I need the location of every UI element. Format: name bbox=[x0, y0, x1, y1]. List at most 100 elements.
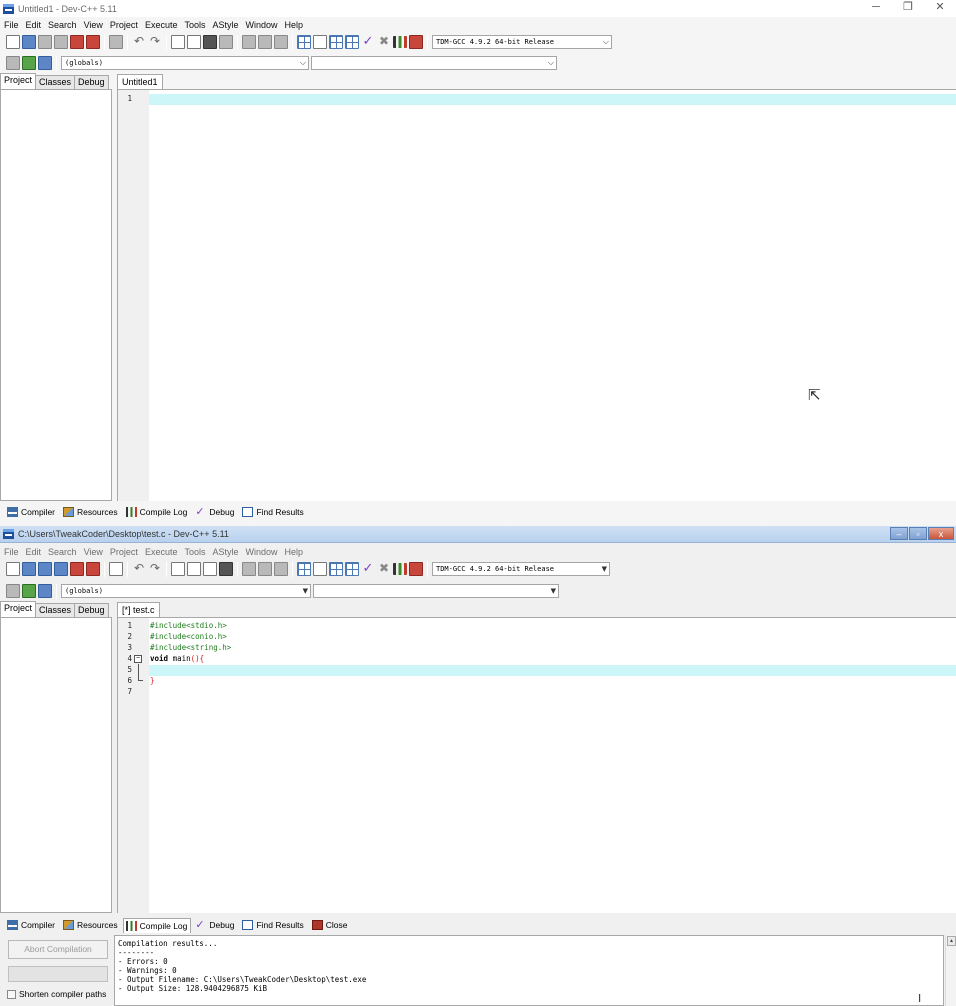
toggle-icon[interactable] bbox=[274, 35, 288, 49]
menu-tools[interactable]: Tools bbox=[184, 20, 205, 30]
tab-compiler[interactable]: Compiler bbox=[4, 505, 59, 520]
stop-icon[interactable]: ✖ bbox=[377, 562, 391, 576]
compile-run-icon[interactable] bbox=[329, 562, 343, 576]
save-icon[interactable] bbox=[38, 562, 52, 576]
goto-icon[interactable] bbox=[242, 562, 256, 576]
stop-icon[interactable]: ✖ bbox=[377, 35, 391, 49]
run-icon[interactable] bbox=[313, 35, 327, 49]
close-icon[interactable] bbox=[70, 35, 84, 49]
menu-project[interactable]: Project bbox=[110, 547, 138, 557]
title-bar[interactable]: Untitled1 - Dev-C++ 5.11 ─ ❐ ✕ bbox=[0, 0, 956, 17]
rebuild-icon[interactable] bbox=[345, 35, 359, 49]
class-browser-icon[interactable] bbox=[38, 584, 52, 598]
tab-debug[interactable]: Debug bbox=[74, 75, 109, 89]
menu-tools[interactable]: Tools bbox=[184, 547, 205, 557]
editor-tab-test-c[interactable]: [*] test.c bbox=[117, 602, 160, 617]
tab-find-results[interactable]: Find Results bbox=[239, 918, 307, 933]
compile-log-output[interactable]: Compilation results... -------- - Errors… bbox=[114, 935, 944, 1006]
class-insert-icon[interactable] bbox=[6, 56, 20, 70]
restore-button[interactable]: ▫ bbox=[909, 527, 927, 540]
menu-file[interactable]: File bbox=[4, 20, 19, 30]
close-window-button[interactable]: ✕ bbox=[924, 0, 956, 17]
menu-search[interactable]: Search bbox=[48, 20, 77, 30]
tab-debug-output[interactable]: ✓ Debug bbox=[192, 505, 238, 520]
new-file-icon[interactable] bbox=[6, 562, 20, 576]
save-all-icon[interactable] bbox=[54, 35, 68, 49]
menu-astyle[interactable]: AStyle bbox=[212, 20, 238, 30]
menu-execute[interactable]: Execute bbox=[145, 547, 178, 557]
debug-icon[interactable] bbox=[409, 35, 423, 49]
debug-icon[interactable] bbox=[409, 562, 423, 576]
compiler-select[interactable]: TDM-GCC 4.9.2 64-bit Release ▼ bbox=[432, 562, 610, 576]
syntax-check-icon[interactable]: ✓ bbox=[361, 561, 375, 576]
shorten-paths-checkbox[interactable] bbox=[7, 989, 16, 999]
project-panel[interactable] bbox=[0, 89, 112, 501]
member-select[interactable]: ▼ bbox=[313, 584, 559, 598]
scope-select[interactable]: (globals) ▼ bbox=[61, 584, 311, 598]
compile-icon[interactable] bbox=[297, 562, 311, 576]
indent-icon[interactable] bbox=[203, 562, 217, 576]
unindent-icon[interactable] bbox=[219, 562, 233, 576]
replace-icon[interactable] bbox=[187, 35, 201, 49]
redo-icon[interactable]: ↷ bbox=[148, 562, 162, 576]
menu-edit[interactable]: Edit bbox=[26, 547, 42, 557]
class-insert-icon[interactable] bbox=[6, 584, 20, 598]
redo-icon[interactable]: ↷ bbox=[148, 35, 162, 49]
save-all-icon[interactable] bbox=[54, 562, 68, 576]
minimize-button[interactable]: ─ bbox=[860, 0, 892, 17]
goto-icon[interactable] bbox=[242, 35, 256, 49]
member-select[interactable]: ⌵ bbox=[311, 56, 557, 70]
compiler-select[interactable]: TDM-GCC 4.9.2 64-bit Release ⌵ bbox=[432, 35, 612, 49]
undo-icon[interactable]: ↶ bbox=[132, 35, 146, 49]
profile-icon[interactable] bbox=[393, 36, 407, 48]
shorten-paths-row[interactable]: Shorten compiler paths bbox=[7, 989, 106, 999]
menu-astyle[interactable]: AStyle bbox=[212, 547, 238, 557]
unindent-icon[interactable] bbox=[219, 35, 233, 49]
tab-classes[interactable]: Classes bbox=[35, 603, 76, 617]
menu-file[interactable]: File bbox=[4, 547, 19, 557]
tab-compile-log[interactable]: Compile Log bbox=[122, 917, 192, 933]
close-all-icon[interactable] bbox=[86, 35, 100, 49]
open-icon[interactable] bbox=[22, 35, 36, 49]
menu-view[interactable]: View bbox=[84, 20, 103, 30]
menu-window[interactable]: Window bbox=[246, 20, 278, 30]
tab-debug-output[interactable]: ✓ Debug bbox=[192, 918, 238, 933]
menu-help[interactable]: Help bbox=[285, 547, 304, 557]
code-editor[interactable]: 1 2 3 4 5 6 7 − #include<stdio.h> #inclu… bbox=[117, 617, 956, 913]
project-panel[interactable] bbox=[0, 617, 112, 913]
class-goto-icon[interactable] bbox=[22, 56, 36, 70]
close-window-button[interactable]: x bbox=[928, 527, 954, 540]
minimize-button[interactable]: – bbox=[890, 527, 908, 540]
code-editor[interactable]: 1 bbox=[117, 89, 956, 501]
print-icon[interactable] bbox=[109, 35, 123, 49]
find-icon[interactable] bbox=[171, 35, 185, 49]
new-file-icon[interactable] bbox=[6, 35, 20, 49]
tab-compiler[interactable]: Compiler bbox=[4, 918, 59, 933]
open-icon[interactable] bbox=[22, 562, 36, 576]
menu-edit[interactable]: Edit bbox=[26, 20, 42, 30]
print-icon[interactable] bbox=[109, 562, 123, 576]
scope-select[interactable]: (globals) ⌵ bbox=[61, 56, 309, 70]
menu-help[interactable]: Help bbox=[285, 20, 304, 30]
profile-icon[interactable] bbox=[393, 563, 407, 575]
class-browser-icon[interactable] bbox=[38, 56, 52, 70]
title-bar[interactable]: C:\Users\TweakCoder\Desktop\test.c - Dev… bbox=[0, 526, 956, 543]
toggle-icon[interactable] bbox=[274, 562, 288, 576]
tab-close[interactable]: Close bbox=[309, 918, 352, 933]
editor-tab-untitled1[interactable]: Untitled1 bbox=[117, 74, 163, 89]
tab-classes[interactable]: Classes bbox=[35, 75, 76, 89]
syntax-check-icon[interactable]: ✓ bbox=[361, 34, 375, 49]
tab-project[interactable]: Project bbox=[0, 73, 37, 89]
tab-find-results[interactable]: Find Results bbox=[239, 505, 307, 520]
menu-window[interactable]: Window bbox=[246, 547, 278, 557]
scroll-up-icon[interactable]: ▲ bbox=[947, 936, 956, 946]
bookmark-icon[interactable] bbox=[258, 35, 272, 49]
class-goto-icon[interactable] bbox=[22, 584, 36, 598]
tab-project[interactable]: Project bbox=[0, 601, 37, 617]
save-icon[interactable] bbox=[38, 35, 52, 49]
bookmark-icon[interactable] bbox=[258, 562, 272, 576]
menu-search[interactable]: Search bbox=[48, 547, 77, 557]
indent-icon[interactable] bbox=[203, 35, 217, 49]
log-scrollbar[interactable]: ▲ bbox=[945, 935, 956, 1006]
tab-resources[interactable]: Resources bbox=[60, 918, 122, 933]
